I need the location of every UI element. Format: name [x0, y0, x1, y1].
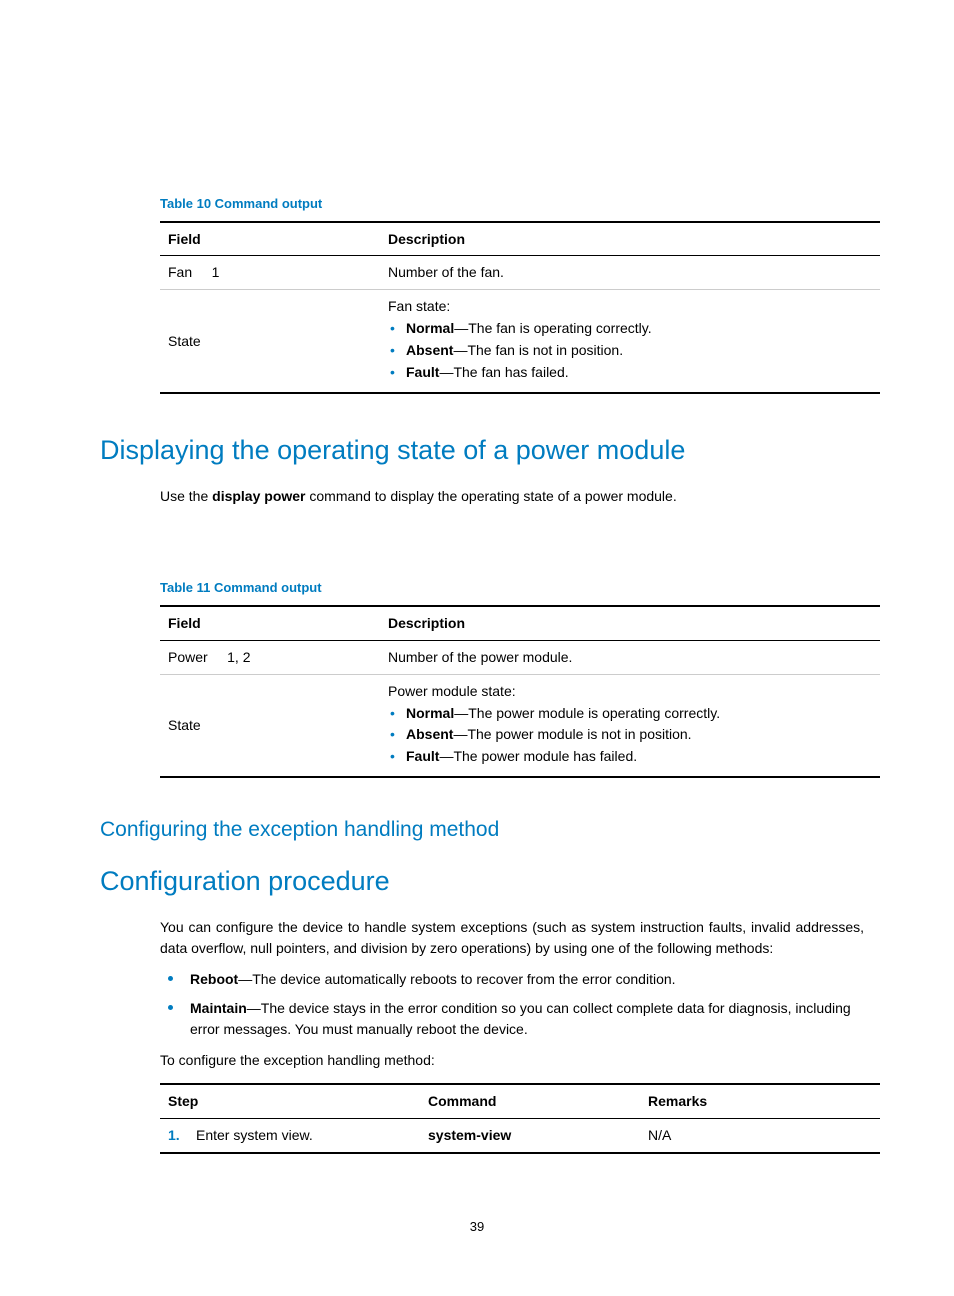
method-name: Maintain: [190, 1000, 247, 1016]
table-row: Fan 1 Number of the fan.: [160, 256, 880, 290]
intro-pre: Use the: [160, 488, 212, 504]
list-item: Maintain—The device stays in the error c…: [160, 998, 864, 1040]
state-name: Absent: [406, 342, 453, 358]
list-item: Normal—The power module is operating cor…: [388, 704, 872, 723]
table-row: 1.Enter system view. system-view N/A: [160, 1118, 880, 1152]
table10-r0-desc: Number of the fan.: [380, 256, 880, 290]
heading-exception: Configuring the exception handling metho…: [100, 816, 864, 844]
step-num: 1.: [168, 1126, 196, 1145]
list-item: Absent—The fan is not in position.: [388, 341, 872, 360]
method-text: —The device automatically reboots to rec…: [238, 971, 675, 987]
table11-head-field: Field: [160, 606, 380, 640]
step-cell: 1.Enter system view.: [160, 1118, 420, 1152]
para-exception-intro: You can configure the device to handle s…: [160, 917, 864, 959]
table-row: Power 1, 2 Number of the power module.: [160, 640, 880, 674]
bullet-icon: [168, 1005, 173, 1010]
step-head-command: Command: [420, 1084, 640, 1118]
table11-state-field: State: [160, 674, 380, 777]
state-name: Fault: [406, 748, 439, 764]
list-item: Absent—The power module is not in positi…: [388, 725, 872, 744]
table10-head: Field Description: [160, 222, 880, 256]
command-cell: system-view: [420, 1118, 640, 1152]
fan-state-list: Normal—The fan is operating correctly. A…: [388, 319, 872, 382]
intro-cmd: display power: [212, 488, 305, 504]
state-name: Normal: [406, 320, 454, 336]
heading-power-module: Displaying the operating state of a powe…: [100, 432, 864, 468]
step-table-head: Step Command Remarks: [160, 1084, 880, 1118]
state-name: Absent: [406, 726, 453, 742]
state-name: Fault: [406, 364, 439, 380]
table-row: State Power module state: Normal—The pow…: [160, 674, 880, 777]
power-state-title: Power module state:: [388, 682, 872, 701]
list-item: Fault—The power module has failed.: [388, 747, 872, 766]
spacer: [100, 507, 864, 579]
table11-state-desc: Power module state: Normal—The power mod…: [380, 674, 880, 777]
table10-state-desc: Fan state: Normal—The fan is operating c…: [380, 290, 880, 393]
state-text: —The fan is operating correctly.: [454, 320, 651, 336]
state-name: Normal: [406, 705, 454, 721]
method-text: —The device stays in the error condition…: [190, 1000, 851, 1037]
table10-head-desc: Description: [380, 222, 880, 256]
bullet-icon: [168, 976, 173, 981]
table11-head-desc: Description: [380, 606, 880, 640]
state-text: —The power module is not in position.: [453, 726, 691, 742]
step-head-step: Step: [160, 1084, 420, 1118]
state-text: —The power module is operating correctly…: [454, 705, 720, 721]
state-text: —The fan is not in position.: [453, 342, 623, 358]
state-text: —The power module has failed.: [439, 748, 637, 764]
para-config-intro: To configure the exception handling meth…: [160, 1050, 864, 1071]
list-item: Reboot—The device automatically reboots …: [160, 969, 864, 990]
table11: Field Description Power 1, 2 Number of t…: [160, 605, 880, 778]
state-text: —The fan has failed.: [439, 364, 568, 380]
para-display-power: Use the display power command to display…: [160, 486, 864, 507]
step-text: Enter system view.: [196, 1127, 313, 1143]
table11-head: Field Description: [160, 606, 880, 640]
page-number: 39: [0, 1218, 954, 1236]
table11-caption: Table 11 Command output: [160, 579, 864, 597]
table10: Field Description Fan 1 Number of the fa…: [160, 221, 880, 394]
table10-r0-field: Fan 1: [160, 256, 380, 290]
list-item: Normal—The fan is operating correctly.: [388, 319, 872, 338]
table10-head-field: Field: [160, 222, 380, 256]
method-name: Reboot: [190, 971, 238, 987]
intro-post: command to display the operating state o…: [306, 488, 677, 504]
fan-state-title: Fan state:: [388, 297, 872, 316]
heading-config-procedure: Configuration procedure: [100, 863, 864, 899]
step-head-remarks: Remarks: [640, 1084, 880, 1118]
table11-r0-desc: Number of the power module.: [380, 640, 880, 674]
step-table: Step Command Remarks 1.Enter system view…: [160, 1083, 880, 1154]
table10-state-field: State: [160, 290, 380, 393]
remarks-cell: N/A: [640, 1118, 880, 1152]
command-text: system-view: [428, 1127, 511, 1143]
table10-caption: Table 10 Command output: [160, 195, 864, 213]
page: Table 10 Command output Field Descriptio…: [0, 0, 954, 1296]
power-state-list: Normal—The power module is operating cor…: [388, 704, 872, 767]
table11-r0-field: Power 1, 2: [160, 640, 380, 674]
exception-methods-list: Reboot—The device automatically reboots …: [160, 969, 864, 1040]
table-row: State Fan state: Normal—The fan is opera…: [160, 290, 880, 393]
list-item: Fault—The fan has failed.: [388, 363, 872, 382]
